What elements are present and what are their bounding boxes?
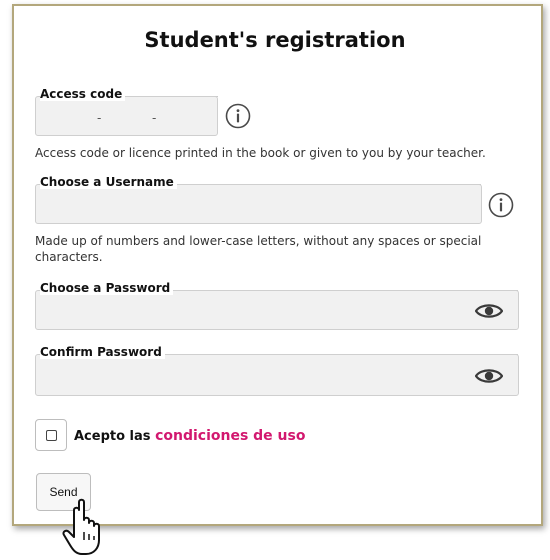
hand-pointer-cursor-icon: [62, 498, 100, 555]
terms-checkbox[interactable]: [35, 419, 67, 451]
username-label: Choose a Username: [40, 175, 177, 189]
terms-link[interactable]: condiciones de uso: [155, 428, 305, 444]
username-help-text: Made up of numbers and lower-case letter…: [35, 234, 482, 264]
confirm-password-label: Confirm Password: [40, 345, 165, 359]
access-code-label: Access code: [40, 87, 126, 101]
info-icon[interactable]: [225, 103, 251, 129]
info-icon[interactable]: [488, 192, 514, 218]
access-code-input[interactable]: [35, 96, 218, 136]
terms-prefix: Acepto las: [74, 429, 151, 444]
access-code-separator: -: [97, 111, 102, 125]
page-title: Student's registration: [144, 28, 406, 52]
terms-acceptance: Acepto las condiciones de uso: [74, 428, 305, 444]
page: Student's registration Access code - - A…: [0, 0, 550, 560]
eye-icon[interactable]: [475, 302, 503, 320]
eye-icon[interactable]: [475, 367, 503, 385]
confirm-password-input[interactable]: [35, 354, 519, 396]
password-label: Choose a Password: [40, 281, 174, 295]
access-code-help-text: Access code or licence printed in the bo…: [35, 146, 486, 160]
registration-panel: [12, 4, 543, 526]
access-code-separator: -: [152, 111, 157, 125]
terms-checkbox-box[interactable]: [46, 430, 57, 441]
username-input[interactable]: [35, 184, 482, 224]
password-input[interactable]: [35, 290, 519, 330]
